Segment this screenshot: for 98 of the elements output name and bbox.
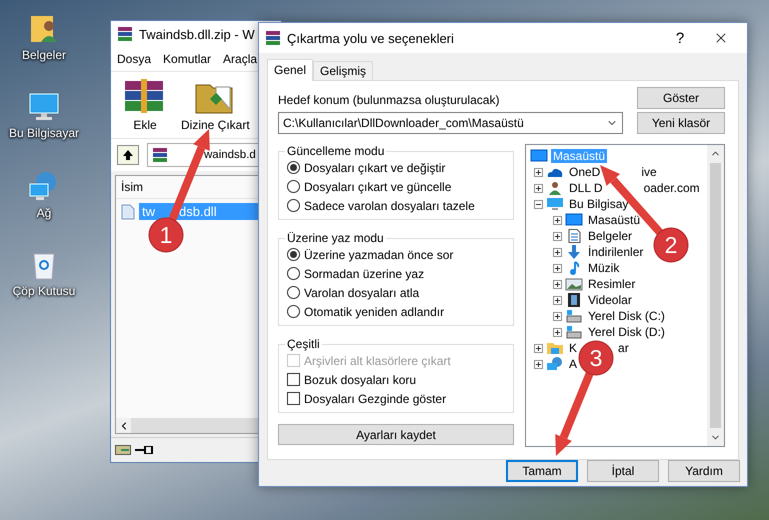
step-badge: 3 bbox=[578, 340, 614, 376]
collapse-icon[interactable] bbox=[534, 200, 543, 208]
menu-item[interactable]: Dosya bbox=[117, 52, 152, 66]
tree-item[interactable]: Yerel Disk (C:) bbox=[586, 309, 667, 323]
expand-icon[interactable] bbox=[553, 280, 562, 288]
expand-icon[interactable] bbox=[534, 344, 543, 352]
menu-item[interactable]: Araçla bbox=[223, 52, 258, 66]
option-label: Varolan dosyaları atla bbox=[304, 286, 420, 300]
dialog-button[interactable]: Yeni klasör bbox=[637, 112, 725, 134]
expand-icon[interactable] bbox=[553, 216, 562, 224]
tree-item[interactable]: Belgeler bbox=[586, 229, 634, 243]
stacked-books-icon bbox=[117, 26, 133, 42]
tree-item[interactable]: Resimler bbox=[586, 277, 638, 291]
tree-item[interactable]: Videolar bbox=[586, 293, 634, 307]
radio-button[interactable] bbox=[287, 286, 300, 299]
step-badge: 1 bbox=[148, 218, 184, 252]
dialog-button[interactable]: İptal bbox=[587, 460, 659, 482]
tree-item[interactable]: A bbox=[567, 357, 580, 371]
option-label: Dosyaları çıkart ve değiştir bbox=[304, 160, 446, 174]
tree-item[interactable]: OneD bbox=[567, 165, 602, 179]
checkbox[interactable] bbox=[287, 392, 300, 405]
drive-icon bbox=[115, 445, 131, 455]
group-title: Güncelleme modu bbox=[286, 144, 386, 158]
file-icon bbox=[121, 204, 135, 220]
radio-button[interactable] bbox=[287, 161, 300, 174]
radio-button[interactable] bbox=[287, 248, 300, 261]
radio-button[interactable] bbox=[287, 267, 300, 280]
dialog-button[interactable]: Yardım bbox=[668, 460, 740, 482]
up-folder-button[interactable] bbox=[117, 145, 139, 165]
monitor-icon bbox=[546, 197, 564, 211]
menu-item[interactable]: Komutlar bbox=[163, 52, 212, 66]
option-label: Dosyaları çıkart ve güncelle bbox=[304, 180, 452, 194]
help-button[interactable]: ? bbox=[665, 30, 695, 46]
save-settings-button[interactable]: Ayarları kaydet bbox=[278, 424, 514, 445]
down-arrow-icon bbox=[565, 245, 583, 259]
tree-item-fragment: ive bbox=[641, 165, 657, 179]
expand-icon[interactable] bbox=[553, 248, 562, 256]
expand-icon[interactable] bbox=[553, 328, 562, 336]
stacked-books-icon bbox=[151, 147, 169, 163]
tree-item[interactable]: İndirilenler bbox=[586, 245, 646, 259]
tab[interactable]: Genel bbox=[267, 59, 314, 81]
option-label: Sadece varolan dosyaları tazele bbox=[304, 198, 475, 212]
tree-item[interactable]: Müzik bbox=[586, 261, 622, 275]
option-label: Arşivleri alt klasörlere çıkart bbox=[304, 354, 451, 368]
expand-icon[interactable] bbox=[534, 184, 543, 192]
expand-icon[interactable] bbox=[553, 296, 562, 304]
tree-item-fragment: ar bbox=[618, 341, 629, 355]
radio-button[interactable] bbox=[287, 199, 300, 212]
person-icon bbox=[546, 181, 564, 195]
desktop-icon-label[interactable]: Bu Bilgisayar bbox=[8, 126, 80, 140]
folder-icon bbox=[546, 341, 564, 355]
globe-monitor-icon bbox=[546, 357, 564, 371]
film-icon bbox=[565, 293, 583, 307]
path-combobox[interactable]: C:\Kullanıcılar\DllDownloader_com\Masaüstü bbox=[278, 112, 623, 134]
expand-icon[interactable] bbox=[534, 168, 543, 176]
option-label: Bozuk dosyaları koru bbox=[304, 372, 416, 386]
toolbar-button[interactable]: Ekle bbox=[121, 76, 169, 134]
monitor-icon bbox=[565, 213, 583, 227]
dialog-title: Çıkartma yolu ve seçenekleri bbox=[287, 30, 454, 46]
checkbox[interactable] bbox=[287, 373, 300, 386]
step-badge: 2 bbox=[654, 228, 688, 262]
tree-item[interactable]: Bu Bilgisay bbox=[567, 197, 630, 211]
up-arrow-icon bbox=[122, 149, 134, 161]
monitor-icon bbox=[530, 149, 548, 163]
stacked-books-icon bbox=[265, 30, 281, 46]
tab[interactable]: Gelişmiş bbox=[313, 61, 374, 81]
expand-icon[interactable] bbox=[553, 232, 562, 240]
group-title: Çeşitli bbox=[286, 337, 321, 351]
vertical-scrollbar[interactable] bbox=[707, 145, 724, 446]
desktop-icon-label[interactable]: Belgeler bbox=[22, 48, 66, 62]
picture-icon bbox=[565, 277, 583, 291]
option-label: Üzerine yazmadan önce sor bbox=[304, 248, 454, 262]
drive-icon bbox=[565, 325, 583, 339]
tree-item[interactable]: Masaüstü bbox=[586, 213, 642, 227]
key-icon bbox=[135, 446, 153, 454]
expand-icon[interactable] bbox=[553, 312, 562, 320]
tree-item[interactable]: Yerel Disk (D:) bbox=[586, 325, 667, 339]
field-label: Hedef konum (bulunmazsa oluşturulacak) bbox=[278, 93, 500, 107]
path-field[interactable]: waindsb.d bbox=[204, 149, 256, 161]
option-label: Sormadan üzerine yaz bbox=[304, 266, 424, 280]
expand-icon[interactable] bbox=[534, 360, 543, 368]
tree-item-fragment: oader.com bbox=[644, 181, 700, 195]
tree-item[interactable]: K bbox=[567, 341, 580, 355]
radio-button[interactable] bbox=[287, 180, 300, 193]
group-title: Üzerine yaz modu bbox=[286, 231, 385, 245]
file-name: tw bbox=[142, 204, 155, 219]
window-title: Twaindsb.dll.zip - W bbox=[139, 26, 255, 42]
option-label: Otomatik yeniden adlandır bbox=[304, 304, 444, 318]
drive-icon bbox=[565, 309, 583, 323]
monitor-icon bbox=[28, 92, 60, 122]
radio-button[interactable] bbox=[287, 305, 300, 318]
file-name-fragment: dsb.dll bbox=[179, 204, 217, 219]
expand-icon[interactable] bbox=[553, 264, 562, 272]
tree-item[interactable]: DLL D bbox=[567, 181, 605, 195]
dialog-button[interactable]: Tamam bbox=[506, 460, 578, 482]
toolbar-button[interactable]: Dizine Çıkart bbox=[179, 76, 252, 134]
option-label: Dosyaları Gezginde göster bbox=[304, 392, 446, 406]
dialog-button[interactable]: Göster bbox=[637, 87, 725, 109]
